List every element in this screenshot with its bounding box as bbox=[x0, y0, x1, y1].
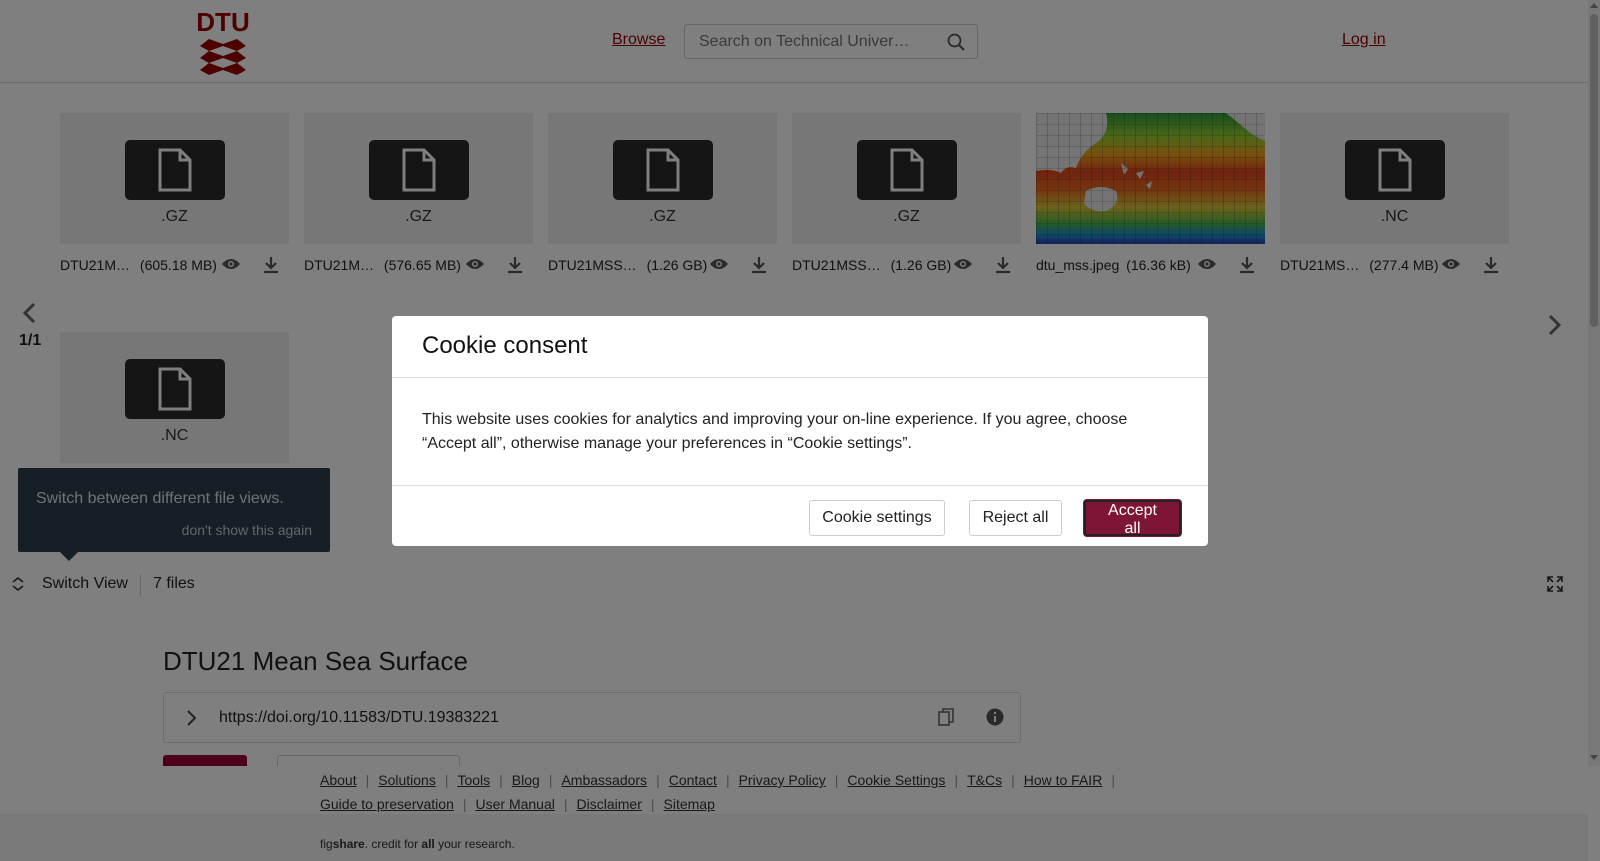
reject-all-button[interactable]: Reject all bbox=[969, 500, 1062, 536]
cookie-dialog-message: This website uses cookies for analytics … bbox=[422, 411, 1128, 452]
cookie-settings-button[interactable]: Cookie settings bbox=[809, 500, 945, 536]
cookie-dialog-title: Cookie consent bbox=[422, 332, 588, 359]
cookie-consent-dialog: Cookie consent This website uses cookies… bbox=[392, 316, 1208, 546]
accept-all-button[interactable]: Accept all bbox=[1084, 500, 1181, 537]
